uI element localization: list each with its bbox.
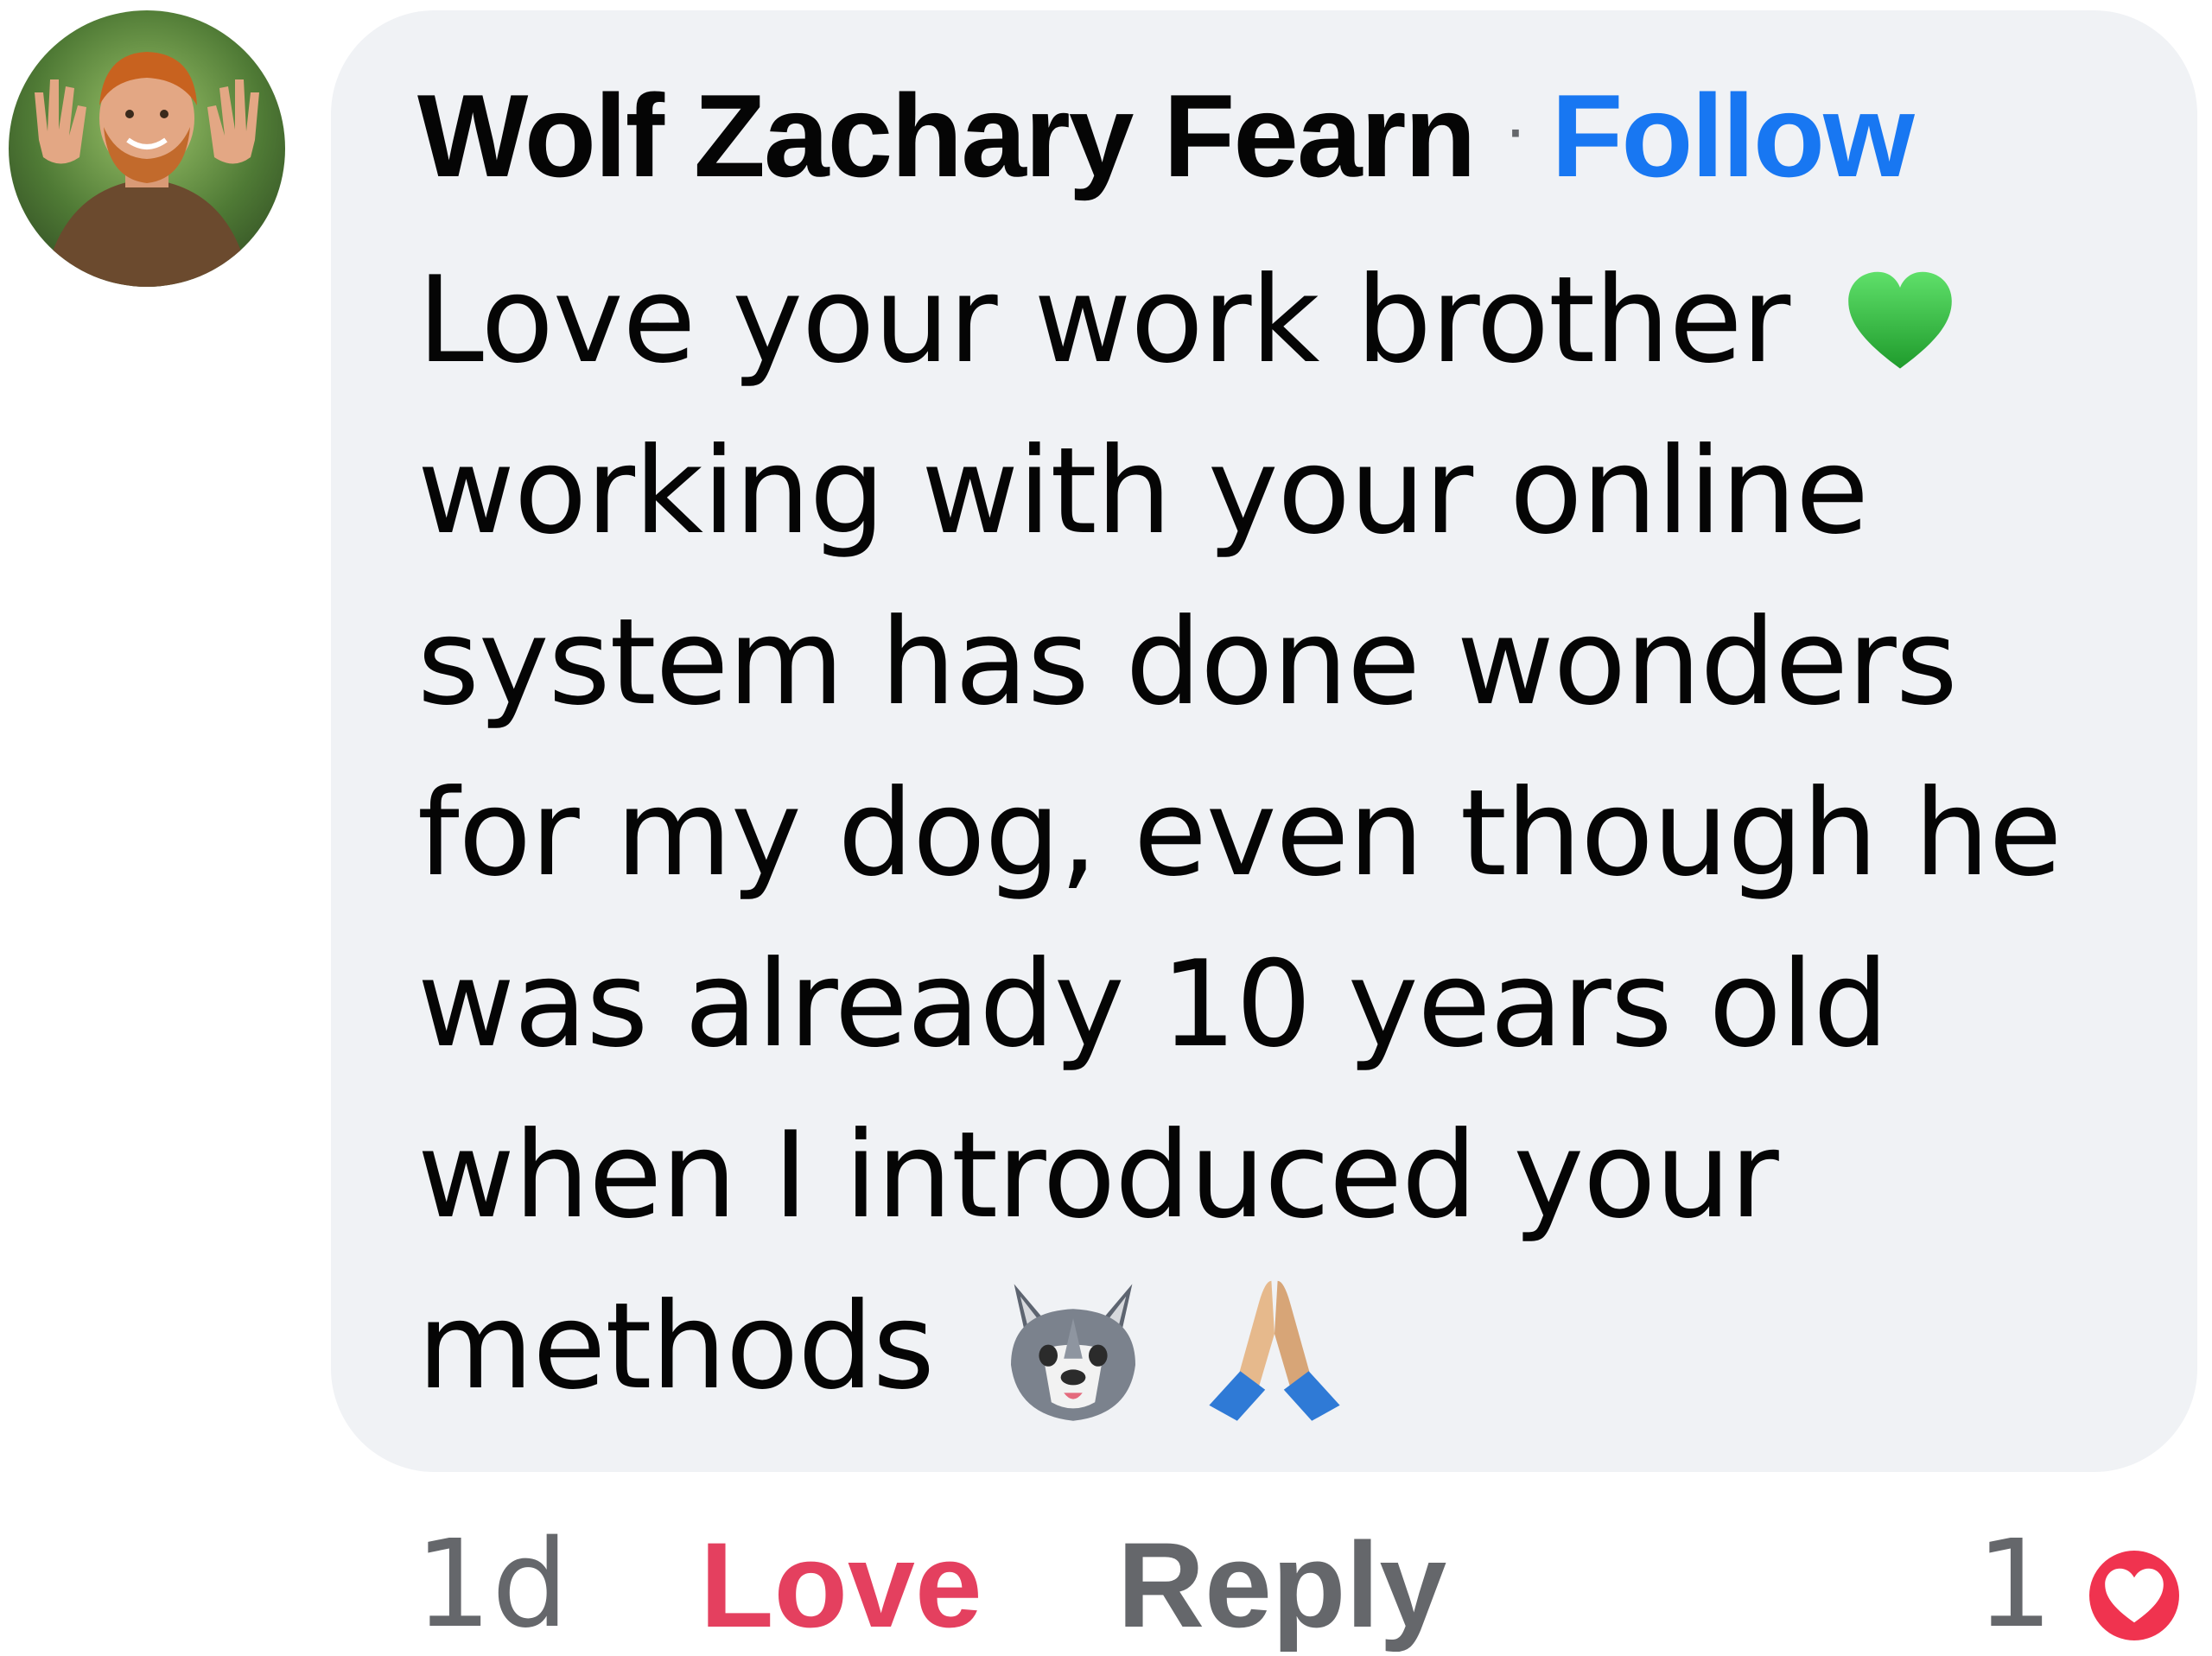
avatar-image bbox=[9, 10, 285, 287]
comment-line-text: Love your work brother bbox=[417, 251, 1790, 390]
avatar[interactable] bbox=[9, 10, 285, 287]
author-name[interactable]: Wolf Zachary Fearn bbox=[417, 68, 1477, 203]
comment-bubble: Wolf Zachary Fearn · Follow Love your wo… bbox=[331, 10, 2197, 1472]
follow-button[interactable]: Follow bbox=[1551, 68, 1915, 203]
comment-line: when I introduced your bbox=[417, 1090, 2111, 1261]
comment: Wolf Zachary Fearn · Follow Love your wo… bbox=[0, 0, 2212, 1649]
comment-line: for my dog, even though he bbox=[417, 748, 2111, 919]
comment-text: Love your work brother working with your… bbox=[417, 235, 2111, 1432]
separator-dot: · bbox=[1503, 90, 1528, 167]
comment-footer: 1d Love Reply 1 bbox=[415, 1520, 2212, 1649]
comment-line-text: when I introduced your bbox=[417, 1106, 1779, 1245]
comment-line-text: methods bbox=[417, 1277, 935, 1416]
wolf-face-icon bbox=[995, 1272, 1151, 1427]
comment-line: methods bbox=[417, 1261, 2111, 1432]
comment-line: Love your work brother bbox=[417, 235, 2111, 406]
love-button[interactable]: Love bbox=[700, 1520, 982, 1649]
comment-line-text: for my dog, even though he bbox=[417, 764, 2062, 903]
green-heart-icon bbox=[1844, 265, 1956, 378]
comment-timestamp[interactable]: 1d bbox=[415, 1520, 569, 1649]
comment-line-text: working with your online bbox=[417, 422, 1869, 561]
heart-reaction-icon[interactable] bbox=[2078, 1539, 2190, 1652]
reply-button[interactable]: Reply bbox=[1117, 1520, 1446, 1649]
folded-hands-icon bbox=[1197, 1272, 1352, 1427]
comment-line: system has done wonders bbox=[417, 577, 2111, 748]
comment-header: Wolf Zachary Fearn · Follow bbox=[417, 68, 1915, 203]
comment-line: was already 10 years old bbox=[417, 919, 2111, 1090]
comment-line-text: was already 10 years old bbox=[417, 935, 1889, 1074]
comment-line-text: system has done wonders bbox=[417, 593, 1958, 732]
comment-line: working with your online bbox=[417, 406, 2111, 577]
reaction-count[interactable]: 1 bbox=[1976, 1520, 2053, 1649]
